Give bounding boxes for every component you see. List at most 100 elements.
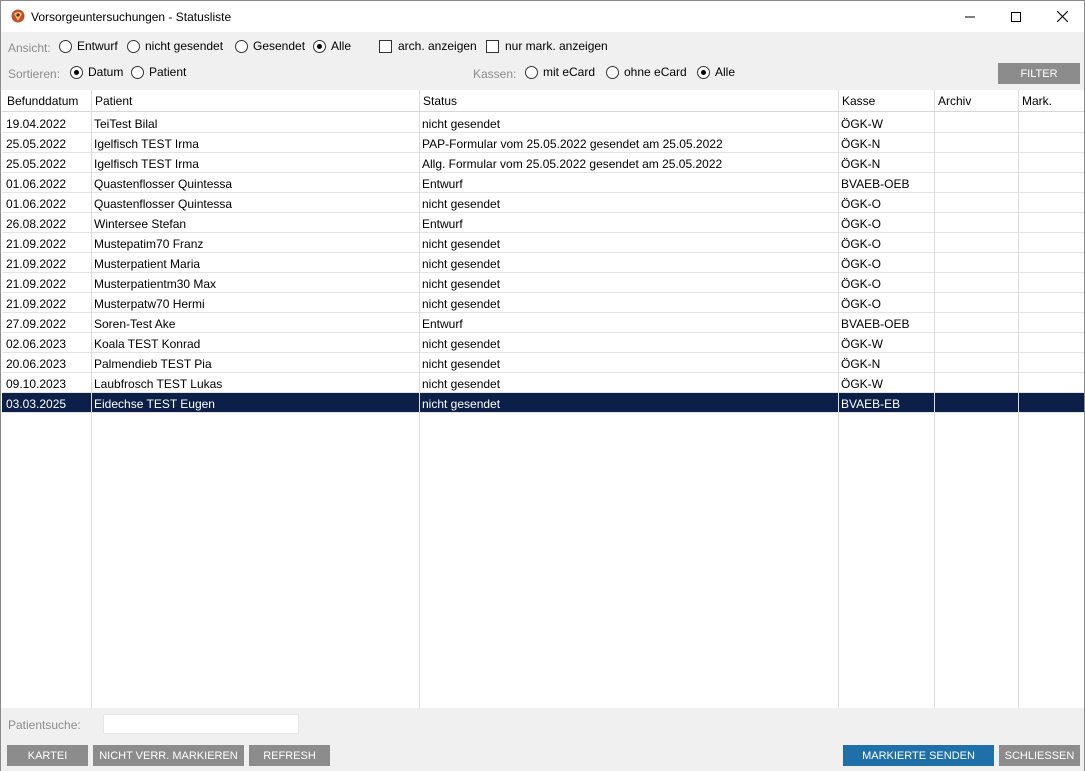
cell-patient: TeiTest Bilal xyxy=(94,117,158,131)
maximize-button[interactable] xyxy=(993,1,1039,32)
cell-patient: Soren-Test Ake xyxy=(94,317,176,331)
maximize-icon xyxy=(1011,11,1021,22)
app-logo-icon xyxy=(11,9,25,23)
cell-status: Allg. Formular vom 25.05.2022 gesendet a… xyxy=(422,157,723,171)
radio-circle[interactable] xyxy=(525,65,538,79)
window-title: Vorsorgeuntersuchungen - Statusliste xyxy=(31,10,232,24)
cell-patient: Eidechse TEST Eugen xyxy=(94,397,215,411)
column-divider xyxy=(91,90,92,708)
radio-circle[interactable] xyxy=(70,65,83,79)
table-row[interactable]: 25.05.2022 Igelfisch TEST Irma Allg. Formu… xyxy=(2,153,1084,173)
checkbox-nur-mark-anzeigen[interactable]: nur mark. anzeigen xyxy=(486,39,608,53)
table-row[interactable]: 02.06.2023 Koala TEST Konrad nicht gesende… xyxy=(2,333,1084,353)
sortieren-label: Sortieren: xyxy=(8,67,61,81)
table-row[interactable]: 01.06.2022 Quastenflosser Quintessa nicht … xyxy=(2,193,1084,213)
table-row[interactable]: 21.09.2022 Musterpatw70 Hermi nicht gesend… xyxy=(2,293,1084,313)
column-header-status[interactable]: Status xyxy=(423,94,457,108)
checkbox-label: nur mark. anzeigen xyxy=(505,39,608,53)
cell-status: nicht gesendet xyxy=(422,117,501,131)
radio-circle[interactable] xyxy=(131,65,144,79)
table-row[interactable]: 27.09.2022 Soren-Test Ake Entwurf BVAEB-OEB xyxy=(2,313,1084,333)
column-header-kasse[interactable]: Kasse xyxy=(842,94,875,108)
cell-befunddatum: 21.09.2022 xyxy=(6,277,67,291)
radio-entwurf[interactable]: Entwurf xyxy=(59,39,118,53)
cell-kasse: ÖGK-N xyxy=(841,357,881,371)
cell-kasse: ÖGK-O xyxy=(841,257,882,271)
cell-befunddatum: 25.05.2022 xyxy=(6,137,67,151)
cell-patient: Mustepatim70 Franz xyxy=(94,237,204,251)
cell-status: nicht gesendet xyxy=(422,397,501,411)
cell-befunddatum: 01.06.2022 xyxy=(6,197,67,211)
table-row[interactable]: 21.09.2022 Musterpatient Maria nicht gesen… xyxy=(2,253,1084,273)
radio-mit-ecard[interactable]: mit eCard xyxy=(525,65,595,79)
sort-row: Sortieren: Datum Patient Kassen: mit eCa… xyxy=(1,60,1084,86)
radio-label: Alle xyxy=(715,65,736,79)
patient-search-input[interactable] xyxy=(103,714,299,734)
radio-circle[interactable] xyxy=(127,39,140,53)
cell-patient: Musterpatient Maria xyxy=(94,257,201,271)
column-divider xyxy=(934,90,935,708)
column-header-patient[interactable]: Patient xyxy=(95,94,132,108)
cell-patient: Musterpatw70 Hermi xyxy=(94,297,205,311)
table-row[interactable]: 26.08.2022 Wintersee Stefan Entwurf ÖGK-O xyxy=(2,213,1084,233)
refresh-button[interactable]: REFRESH xyxy=(249,745,330,766)
minimize-button[interactable] xyxy=(947,1,993,32)
title-bar[interactable]: Vorsorgeuntersuchungen - Statusliste xyxy=(1,1,1084,32)
radio-alle-kassen[interactable]: Alle xyxy=(697,65,735,79)
table-row[interactable]: 19.04.2022 TeiTest Bilal nicht gesendet ÖGK… xyxy=(2,113,1084,133)
cell-status: nicht gesendet xyxy=(422,297,501,311)
markierte-senden-button[interactable]: MARKIERTE SENDEN xyxy=(843,745,994,766)
cell-kasse: ÖGK-O xyxy=(841,217,882,231)
checkbox-box[interactable] xyxy=(379,39,392,53)
cell-befunddatum: 09.10.2023 xyxy=(6,377,67,391)
radio-nicht-gesendet[interactable]: nicht gesendet xyxy=(127,39,223,53)
column-header-mark[interactable]: Mark. xyxy=(1022,94,1052,108)
cell-status: nicht gesendet xyxy=(422,277,501,291)
close-icon xyxy=(1056,11,1068,22)
table-row[interactable]: 01.06.2022 Quastenflosser Quintessa Entwur… xyxy=(2,173,1084,193)
radio-circle[interactable] xyxy=(313,39,326,53)
cell-befunddatum: 02.06.2023 xyxy=(6,337,67,351)
cell-status: nicht gesendet xyxy=(422,377,501,391)
filter-button[interactable]: FILTER xyxy=(998,63,1080,84)
radio-circle[interactable] xyxy=(235,39,248,53)
bottom-button-bar: KARTEI NICHT VERR. MARKIEREN REFRESH MAR… xyxy=(1,740,1084,771)
radio-circle[interactable] xyxy=(606,65,619,79)
cell-kasse: ÖGK-O xyxy=(841,237,882,251)
radio-sort-patient[interactable]: Patient xyxy=(131,65,186,79)
column-header-archiv[interactable]: Archiv xyxy=(938,94,971,108)
checkbox-arch-anzeigen[interactable]: arch. anzeigen xyxy=(379,39,477,53)
radio-label: Alle xyxy=(331,39,352,53)
nicht-verr-markieren-button[interactable]: NICHT VERR. MARKIEREN xyxy=(93,745,244,766)
table-row[interactable]: 21.09.2022 Mustepatim70 Franz nicht gesend… xyxy=(2,233,1084,253)
cell-status: PAP-Formular vom 25.05.2022 gesendet am … xyxy=(422,137,723,151)
radio-circle[interactable] xyxy=(697,65,710,79)
table-row[interactable]: 20.06.2023 Palmendieb TEST Pia nicht gesen… xyxy=(2,353,1084,373)
table-row[interactable]: 09.10.2023 Laubfrosch TEST Lukas nicht ges… xyxy=(2,373,1084,393)
radio-circle[interactable] xyxy=(59,39,72,53)
column-divider xyxy=(419,90,420,708)
radio-alle-ansicht[interactable]: Alle xyxy=(313,39,351,53)
cell-befunddatum: 20.06.2023 xyxy=(6,357,67,371)
radio-ohne-ecard[interactable]: ohne eCard xyxy=(606,65,687,79)
cell-patient: Quastenflosser Quintessa xyxy=(94,177,233,191)
cell-befunddatum: 19.04.2022 xyxy=(6,117,67,131)
schliessen-button[interactable]: SCHLIESSEN xyxy=(999,745,1080,766)
checkbox-box[interactable] xyxy=(486,39,499,53)
cell-status: nicht gesendet xyxy=(422,237,501,251)
cell-patient: Palmendieb TEST Pia xyxy=(94,357,212,371)
cell-befunddatum: 27.09.2022 xyxy=(6,317,67,331)
kartei-button[interactable]: KARTEI xyxy=(7,745,88,766)
column-header-befunddatum[interactable]: Befunddatum xyxy=(7,94,78,108)
cell-kasse: ÖGK-N xyxy=(841,137,881,151)
radio-gesendet[interactable]: Gesendet xyxy=(235,39,305,53)
radio-sort-datum[interactable]: Datum xyxy=(70,65,123,79)
table-row[interactable]: 03.03.2025 Eidechse TEST Eugen nicht gesen… xyxy=(2,393,1084,413)
table-row[interactable]: 25.05.2022 Igelfisch TEST Irma PAP-Formula… xyxy=(2,133,1084,153)
cell-patient: Quastenflosser Quintessa xyxy=(94,197,233,211)
table-row[interactable]: 21.09.2022 Musterpatientm30 Max nicht gese… xyxy=(2,273,1084,293)
close-button[interactable] xyxy=(1039,1,1085,32)
cell-status: nicht gesendet xyxy=(422,197,501,211)
cell-kasse: ÖGK-W xyxy=(841,377,883,391)
cell-status: nicht gesendet xyxy=(422,337,501,351)
